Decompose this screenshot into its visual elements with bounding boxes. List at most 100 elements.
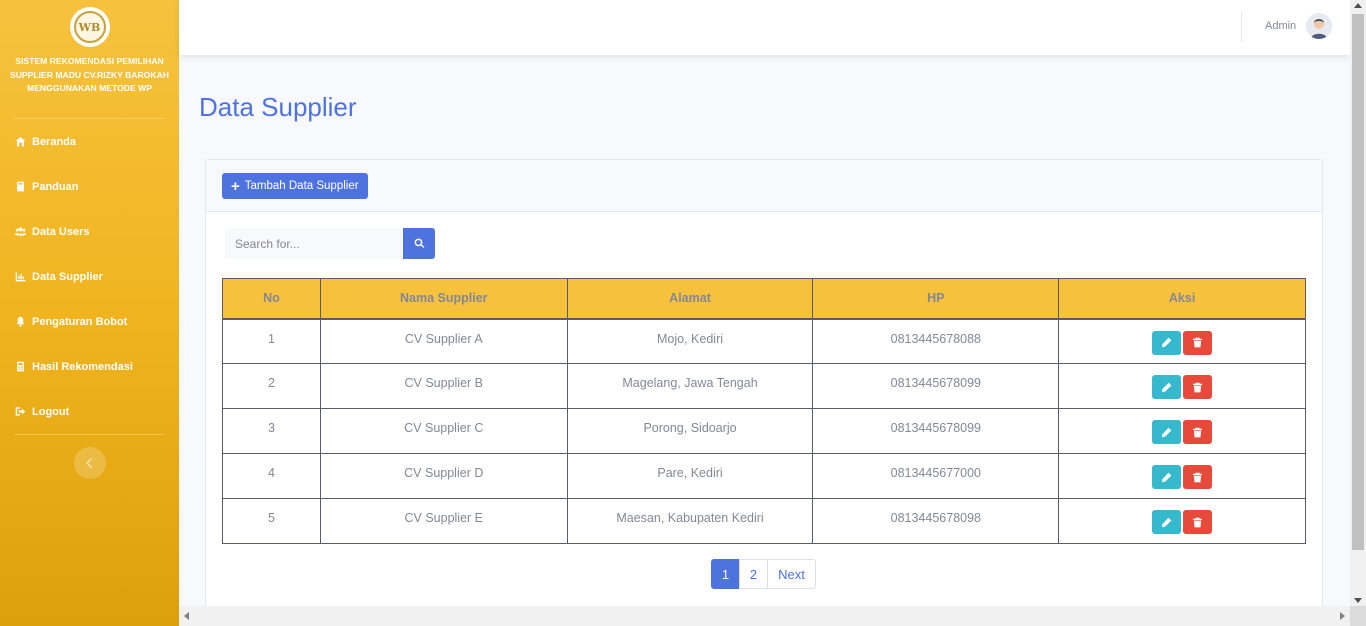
column-header-alamat[interactable]: Alamat (566, 278, 814, 320)
plus-icon: + (231, 177, 240, 195)
pencil-icon (1161, 382, 1172, 393)
home-icon (13, 135, 27, 149)
column-header-hp[interactable]: HP (812, 278, 1060, 320)
pencil-icon (1161, 427, 1172, 438)
user-name: Admin (1265, 20, 1297, 32)
sidebar-divider (14, 434, 165, 435)
search-button[interactable] (403, 228, 435, 259)
cell-nama-supplier: CV Supplier B (319, 363, 568, 409)
table-header-row: No Nama Supplier Alamat HP Aksi (222, 278, 1306, 320)
delete-button[interactable] (1183, 465, 1213, 489)
page-1-button[interactable]: 1 (711, 559, 740, 589)
brand-title: SISTEM REKOMENDASI PEMILIHAN SUPPLIER MA… (9, 56, 169, 93)
cell-aksi (1058, 363, 1306, 409)
cell-hp: 0813445678098 (812, 498, 1060, 544)
vertical-scrollbar[interactable] (1350, 0, 1366, 606)
sidebar-item-label: Data Users (32, 225, 90, 238)
table-row: 5 CV Supplier E Maesan, Kabupaten Kediri 08… (222, 498, 1306, 544)
cell-no: 2 (222, 363, 321, 409)
scroll-right-icon[interactable] (1340, 612, 1345, 620)
trash-icon (1192, 472, 1203, 483)
cell-no: 1 (222, 318, 321, 364)
topbar-divider (1241, 12, 1242, 42)
topbar: Admin (179, 0, 1350, 55)
delete-button[interactable] (1183, 510, 1213, 534)
sidebar-brand[interactable]: WB SISTEM REKOMENDASI PEMILIHAN SUPPLIER… (0, 0, 179, 118)
cell-aksi (1058, 498, 1306, 544)
add-supplier-button[interactable]: + Tambah Data Supplier (222, 173, 368, 199)
user-avatar-icon (1306, 13, 1333, 39)
next-page-button[interactable]: Next (767, 559, 816, 589)
edit-button[interactable] (1152, 330, 1182, 355)
sidebar-item-hasil-rekomendasi[interactable]: Hasil Rekomendasi (0, 344, 179, 389)
sidebar-item-beranda[interactable]: Beranda (0, 119, 179, 164)
table-row: 2 CV Supplier B Magelang, Jawa Tengah 08134… (222, 363, 1306, 409)
chevron-left-icon (85, 458, 92, 468)
sidebar-item-data-supplier[interactable]: Data Supplier (0, 254, 179, 299)
edit-button[interactable] (1152, 510, 1182, 534)
page-2-button[interactable]: 2 (739, 559, 768, 589)
pagination: 1 2 Next (711, 559, 816, 589)
table-body: 1 CV Supplier A Mojo, Kediri 0813445678088 2… (222, 318, 1306, 544)
cell-hp: 0813445678099 (812, 363, 1060, 409)
cell-aksi (1058, 408, 1306, 454)
cell-alamat: Porong, Sidoarjo (566, 408, 814, 454)
sidebar-item-label: Data Supplier (32, 270, 103, 283)
trash-icon (1192, 517, 1203, 528)
user-menu[interactable]: Admin (1265, 13, 1333, 39)
search-input[interactable] (225, 228, 403, 259)
cell-no: 3 (222, 408, 321, 454)
sidebar-item-panduan[interactable]: Panduan (0, 164, 179, 209)
cell-no: 4 (222, 453, 321, 499)
supplier-table: No Nama Supplier Alamat HP Aksi 1 CV Supp… (222, 278, 1306, 544)
sidebar-item-label: Logout (32, 405, 70, 418)
cell-nama-supplier: CV Supplier C (319, 408, 568, 454)
sidebar-toggle-button[interactable] (73, 447, 106, 479)
cell-alamat: Magelang, Jawa Tengah (566, 363, 814, 409)
cell-alamat: Mojo, Kediri (566, 318, 814, 364)
delete-button[interactable] (1183, 375, 1213, 399)
cell-no: 5 (222, 498, 321, 544)
edit-button[interactable] (1152, 420, 1182, 444)
column-header-aksi: Aksi (1058, 278, 1306, 320)
trash-icon (1192, 427, 1203, 438)
scroll-up-icon[interactable] (1354, 3, 1362, 8)
cell-aksi (1058, 318, 1306, 364)
book-icon (13, 180, 27, 194)
scroll-down-icon[interactable] (1354, 598, 1362, 603)
pencil-icon (1161, 517, 1172, 528)
delete-button[interactable] (1183, 330, 1213, 355)
page-title: Data Supplier (199, 92, 357, 122)
scroll-left-icon[interactable] (184, 612, 189, 620)
card-header: + Tambah Data Supplier (206, 160, 1322, 212)
sidebar-item-label: Beranda (32, 135, 77, 148)
delete-button[interactable] (1183, 420, 1213, 444)
sidebar-item-pengaturan-bobot[interactable]: Pengaturan Bobot (0, 299, 179, 344)
users-icon (13, 225, 27, 239)
search-form (225, 228, 435, 259)
column-header-nama[interactable]: Nama Supplier (319, 278, 568, 320)
supplier-card: + Tambah Data Supplier No Nama Supplier … (205, 159, 1323, 619)
cell-nama-supplier: CV Supplier D (319, 453, 568, 499)
trash-icon (1192, 337, 1203, 348)
sign-out-icon (13, 405, 27, 419)
search-icon (414, 238, 424, 248)
cell-nama-supplier: CV Supplier A (319, 318, 568, 364)
vertical-scroll-thumb[interactable] (1352, 14, 1364, 550)
add-supplier-label: Tambah Data Supplier (244, 180, 359, 192)
avatar (1306, 13, 1333, 39)
sidebar-item-data-users[interactable]: Data Users (0, 209, 179, 254)
sidebar-item-label: Pengaturan Bobot (32, 315, 128, 328)
edit-button[interactable] (1152, 375, 1182, 399)
cell-alamat: Maesan, Kabupaten Kediri (566, 498, 814, 544)
calculator-icon (13, 360, 27, 374)
edit-button[interactable] (1152, 465, 1182, 489)
horizontal-scrollbar[interactable] (179, 606, 1350, 626)
sidebar: WB SISTEM REKOMENDASI PEMILIHAN SUPPLIER… (0, 0, 179, 626)
bell-icon (13, 315, 27, 329)
column-header-no[interactable]: No (222, 278, 321, 320)
brand-logo: WB (69, 7, 110, 47)
cell-nama-supplier: CV Supplier E (319, 498, 568, 544)
sidebar-item-logout[interactable]: Logout (0, 389, 179, 434)
sidebar-item-label: Hasil Rekomendasi (32, 360, 133, 373)
